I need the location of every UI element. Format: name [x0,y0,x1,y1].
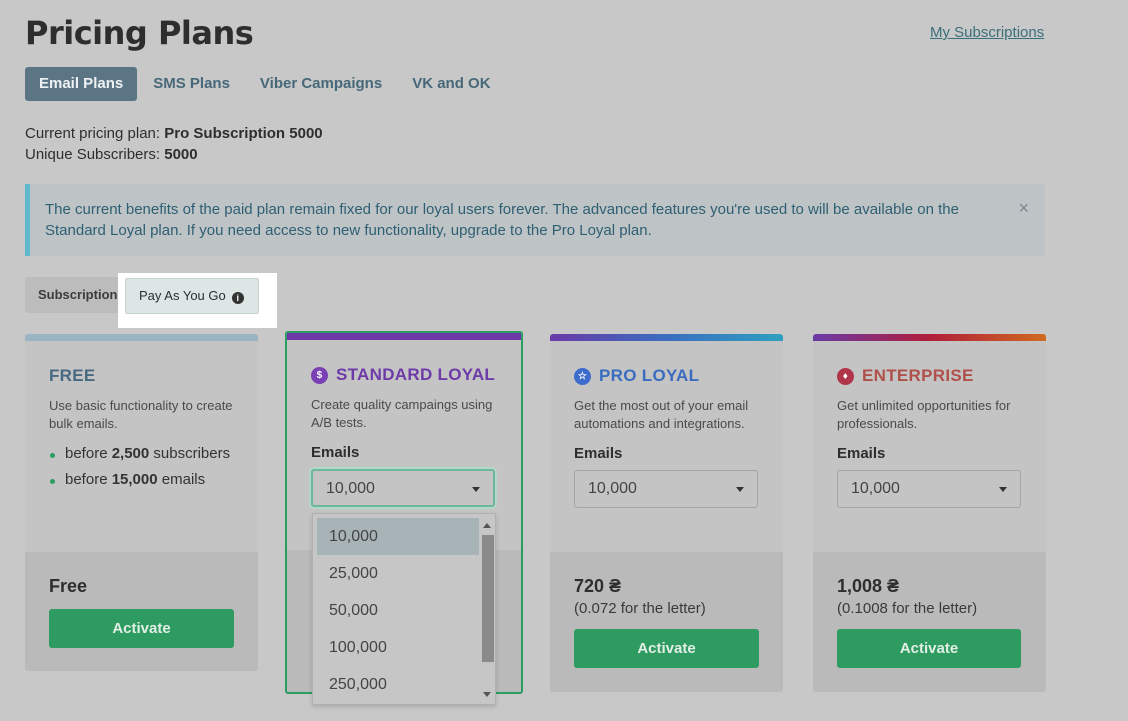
price-per-letter: (0.1008 for the letter) [837,600,978,617]
plan-description: Get the most out of your email automatio… [574,398,749,431]
activate-button[interactable]: Activate [49,609,234,648]
plan-card-pro-loyal: ☆ PRO LOYAL Get the most out of your ema… [550,334,783,692]
plan-card-enterprise: ♦ ENTERPRISE Get unlimited opportunities… [813,334,1046,692]
tab-subscription[interactable]: Subscription [25,277,131,313]
card-top-bar [25,334,258,341]
diamond-icon: ♦ [837,367,854,385]
card-top-bar [550,334,783,341]
chevron-down-icon [736,487,744,492]
plan-description: Use basic functionality to create bulk e… [49,398,233,431]
dropdown-option[interactable]: 50,000 [313,592,479,629]
plan-description: Get unlimited opportunities for professi… [837,398,1011,431]
emails-label: Emails [837,445,886,462]
plan-description: Create quality campaings using A/B tests… [311,397,493,430]
page-title: Pricing Plans [25,14,254,52]
loyal-plan-alert: The current benefits of the paid plan re… [25,184,1045,256]
plan-features: before 2,500 subscribers before 15,000 e… [49,445,234,497]
list-item: before 15,000 emails [49,471,234,497]
plan-title: FREE [49,366,96,385]
current-plan-value: Pro Subscription 5000 [164,125,323,142]
tab-pay-as-you-go[interactable]: Pay As You Go i [125,278,259,314]
plan-title: STANDARD LOYAL [336,365,496,384]
info-icon[interactable]: i [231,292,244,304]
emails-label: Emails [311,444,360,461]
star-icon: ☆ [574,367,591,385]
subscribers-value: 5000 [164,146,198,163]
card-top-bar [813,334,1046,341]
dropdown-option[interactable]: 100,000 [313,629,479,666]
tab-email-plans[interactable]: Email Plans [25,67,138,101]
billing-tabs: Subscription [25,277,131,313]
emails-select[interactable]: 10,000 [311,469,495,507]
emails-select[interactable]: 10,000 [574,470,758,508]
my-subscriptions-link[interactable]: My Subscriptions [930,24,1044,41]
scroll-up-icon[interactable] [483,523,491,528]
dropdown-option[interactable]: 25,000 [313,555,479,592]
alert-text: The current benefits of the paid plan re… [45,201,959,239]
plan-title: PRO LOYAL [599,366,700,385]
plan-type-tabs: Email Plans SMS Plans Viber Campaigns VK… [25,67,507,101]
dropdown-option[interactable]: 250,000 [313,666,479,703]
current-plan-info: Current pricing plan: Pro Subscription 5… [25,123,323,165]
plan-price: 1,008 ₴ [837,576,900,596]
tab-viber-campaigns[interactable]: Viber Campaigns [246,67,396,101]
emails-dropdown-list: 10,000 25,000 50,000 100,000 250,000 [312,513,496,705]
list-item: before 2,500 subscribers [49,445,234,471]
plan-card-free: FREE Use basic functionality to create b… [25,334,258,671]
activate-button[interactable]: Activate [837,629,1021,668]
dropdown-scrollbar[interactable] [481,518,494,702]
plan-price: Free [49,576,88,596]
tab-vk-and-ok[interactable]: VK and OK [398,67,504,101]
tab-sms-plans[interactable]: SMS Plans [139,67,244,101]
tab-pay-as-you-go-label: Pay As You Go [139,288,226,303]
emails-label: Emails [574,445,623,462]
scrollbar-thumb[interactable] [482,535,494,662]
chevron-down-icon [472,487,480,492]
activate-button[interactable]: Activate [574,629,759,668]
plan-price: 720 ₴ [574,576,622,596]
scroll-down-icon[interactable] [483,692,491,697]
close-icon[interactable]: × [1018,198,1029,219]
dollar-icon: $ [311,366,328,384]
subscribers-label: Unique Subscribers: [25,146,161,163]
current-plan-label: Current pricing plan: [25,125,161,142]
plan-title: ENTERPRISE [862,366,974,385]
card-top-bar [287,333,521,340]
chevron-down-icon [999,487,1007,492]
emails-select[interactable]: 10,000 [837,470,1021,508]
price-per-letter: (0.072 for the letter) [574,600,706,617]
dropdown-option[interactable]: 10,000 [317,518,479,555]
